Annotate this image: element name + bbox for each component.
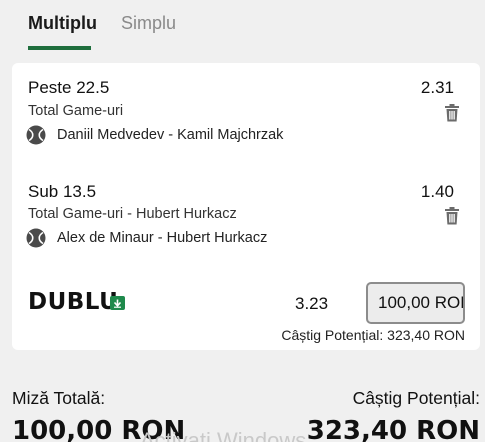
selection-market: Sub 13.5 [28, 182, 97, 201]
expand-arrow-icon[interactable] [110, 296, 125, 310]
event-row: Alex de Minaur - Hubert Hurkacz [26, 227, 267, 249]
stake-input[interactable] [366, 282, 465, 324]
tab-multiplu[interactable]: Multiplu [28, 13, 97, 34]
selection-odds: 2.31 [420, 78, 454, 97]
selection-market: Peste 22.5 [28, 78, 110, 97]
selection-detail: Total Game-uri [28, 103, 124, 119]
activate-windows-watermark: Activați Windows [140, 428, 307, 442]
potential-win-label: Câștig Potențial: [352, 388, 480, 408]
bet-type-label: DUBLU [28, 289, 119, 315]
potential-win-value: 323,40 RON [306, 416, 480, 442]
tennis-ball-icon [26, 228, 46, 248]
event-row: Daniil Medvedev - Kamil Majchrzak [26, 124, 283, 146]
trash-icon[interactable] [444, 104, 460, 122]
total-stake-label: Miză Totală: [12, 388, 106, 408]
bet-type-tabs: Multiplu Simplu [0, 0, 485, 54]
betslip-card: Peste 22.5 2.31 Total Game-uri Daniil Me… [12, 63, 480, 350]
tab-simplu[interactable]: Simplu [121, 13, 176, 34]
tennis-ball-icon [26, 125, 46, 145]
event-name: Alex de Minaur - Hubert Hurkacz [57, 230, 268, 246]
potential-win-text: Câștig Potențial: 323,40 RON [281, 327, 465, 343]
total-odds: 3.23 [295, 294, 329, 313]
event-name: Daniil Medvedev - Kamil Majchrzak [57, 127, 284, 143]
active-tab-indicator [28, 46, 91, 50]
selection-odds: 1.40 [420, 182, 454, 201]
trash-icon[interactable] [444, 207, 460, 225]
selection-detail: Total Game-uri - Hubert Hurkacz [28, 206, 237, 222]
